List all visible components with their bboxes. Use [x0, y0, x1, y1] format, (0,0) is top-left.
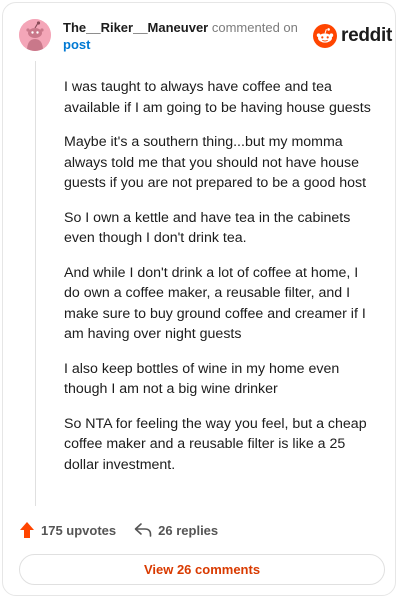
replies-button[interactable]: 26 replies: [134, 522, 218, 538]
comment-card: The__Riker__Maneuver commented on post r…: [2, 2, 396, 596]
comment-paragraph: Maybe it's a southern thing...but my mom…: [64, 134, 367, 191]
comment-paragraph: And while I don't drink a lot of coffee …: [64, 264, 366, 343]
upvote-button[interactable]: 175 upvotes: [19, 521, 116, 539]
view-comments-button[interactable]: View 26 comments: [19, 554, 385, 585]
upvote-arrow-icon: [20, 522, 34, 538]
comment-paragraph: I also keep bottles of wine in my home e…: [64, 360, 340, 398]
action-text: commented on: [211, 20, 298, 35]
comment-header: The__Riker__Maneuver commented on post: [63, 19, 303, 53]
thread-line[interactable]: [35, 61, 36, 506]
reply-count: 26 replies: [158, 522, 219, 538]
snoo-avatar-icon: [19, 19, 51, 51]
comment-body: I was taught to always have coffee and t…: [64, 77, 374, 489]
reply-arrow-icon: [134, 523, 152, 537]
upvote-count: 175 upvotes: [41, 522, 117, 538]
comment-actions: 175 upvotes 26 replies: [19, 519, 218, 541]
username[interactable]: The__Riker__Maneuver: [63, 20, 208, 35]
user-avatar[interactable]: [19, 19, 51, 51]
reddit-logo[interactable]: reddit: [313, 23, 392, 49]
post-link[interactable]: post: [63, 36, 303, 53]
comment-paragraph: So I own a kettle and have tea in the ca…: [64, 209, 351, 247]
reddit-alien-icon: [313, 24, 337, 48]
comment-paragraph: I was taught to always have coffee and t…: [64, 79, 371, 116]
reddit-wordmark: reddit: [341, 25, 392, 46]
comment-paragraph: So NTA for feeling the way you feel, but…: [64, 415, 367, 473]
